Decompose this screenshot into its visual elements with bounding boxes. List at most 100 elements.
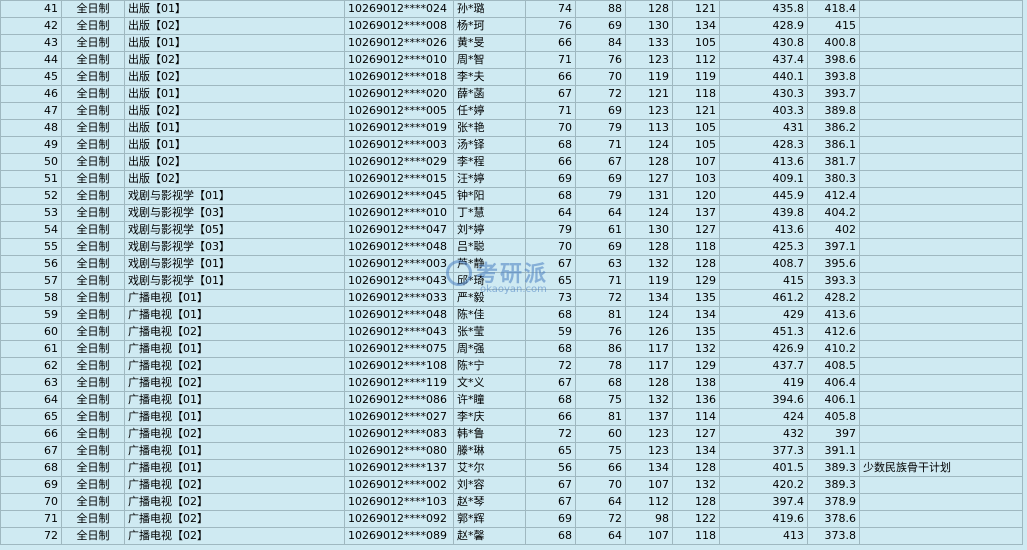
cell-score-subject1: 130 xyxy=(625,17,673,35)
cell-major: 广播电视【01】 xyxy=(124,442,345,460)
cell-score-politics: 56 xyxy=(525,459,576,477)
cell-total-score: 412.6 xyxy=(807,323,860,341)
cell-score-subject1: 133 xyxy=(625,34,673,52)
table-row: 62 全日制 广播电视【02】 10269012****108 陈*宁 72 78 117 12… xyxy=(0,357,1023,375)
cell-score-politics: 72 xyxy=(525,357,576,375)
cell-study-mode: 全日制 xyxy=(61,476,125,494)
cell-retest-score: 440.1 xyxy=(719,68,808,86)
cell-score-subject1: 123 xyxy=(625,51,673,69)
cell-score-subject2: 103 xyxy=(672,170,720,188)
table-row: 59 全日制 广播电视【01】 10269012****048 陈*佳 68 81 124 13… xyxy=(0,306,1023,324)
cell-candidate-name: 韩*鲁 xyxy=(453,425,526,443)
cell-candidate-name: 陈*佳 xyxy=(453,306,526,324)
cell-major: 戏剧与影视学【03】 xyxy=(124,204,345,222)
cell-total-score: 386.2 xyxy=(807,119,860,137)
cell-score-english: 78 xyxy=(575,357,626,375)
cell-study-mode: 全日制 xyxy=(61,255,125,273)
cell-score-subject2: 134 xyxy=(672,442,720,460)
cell-candidate-name: 艾*尔 xyxy=(453,459,526,477)
cell-study-mode: 全日制 xyxy=(61,204,125,222)
cell-exam-id: 10269012****045 xyxy=(344,187,454,205)
cell-study-mode: 全日制 xyxy=(61,102,125,120)
cell-total-score: 397.1 xyxy=(807,238,860,256)
cell-major: 广播电视【01】 xyxy=(124,408,345,426)
cell-score-subject1: 113 xyxy=(625,119,673,137)
cell-score-english: 81 xyxy=(575,408,626,426)
cell-major: 出版【01】 xyxy=(124,136,345,154)
cell-total-score: 373.8 xyxy=(807,527,860,545)
cell-candidate-name: 刘*婷 xyxy=(453,221,526,239)
cell-score-subject2: 118 xyxy=(672,238,720,256)
cell-score-english: 64 xyxy=(575,204,626,222)
cell-score-subject2: 135 xyxy=(672,289,720,307)
cell-candidate-name: 丁*慧 xyxy=(453,204,526,222)
cell-candidate-name: 薛*菡 xyxy=(453,85,526,103)
cell-major: 出版【02】 xyxy=(124,51,345,69)
cell-candidate-name: 严*毅 xyxy=(453,289,526,307)
cell-score-subject1: 121 xyxy=(625,85,673,103)
table-body: 41 全日制 出版【01】 10269012****024 孙*璐 74 88 128 121 4… xyxy=(0,0,1023,545)
cell-remark xyxy=(859,238,1023,256)
cell-retest-score: 394.6 xyxy=(719,391,808,409)
table-row: 56 全日制 戏剧与影视学【01】 10269012****003 芦*静 67 63 132… xyxy=(0,255,1023,273)
cell-score-subject2: 120 xyxy=(672,187,720,205)
cell-remark xyxy=(859,51,1023,69)
cell-total-score: 412.4 xyxy=(807,187,860,205)
cell-study-mode: 全日制 xyxy=(61,119,125,137)
cell-row-index: 71 xyxy=(0,510,62,528)
cell-score-english: 69 xyxy=(575,102,626,120)
cell-remark xyxy=(859,289,1023,307)
cell-row-index: 63 xyxy=(0,374,62,392)
cell-exam-id: 10269012****029 xyxy=(344,153,454,171)
cell-score-subject1: 131 xyxy=(625,187,673,205)
cell-row-index: 65 xyxy=(0,408,62,426)
table-row: 49 全日制 出版【01】 10269012****003 汤*铎 68 71 124 105 4… xyxy=(0,136,1023,154)
cell-exam-id: 10269012****089 xyxy=(344,527,454,545)
cell-score-subject1: 127 xyxy=(625,170,673,188)
cell-row-index: 53 xyxy=(0,204,62,222)
cell-score-politics: 68 xyxy=(525,306,576,324)
cell-exam-id: 10269012****020 xyxy=(344,85,454,103)
cell-major: 广播电视【01】 xyxy=(124,289,345,307)
cell-exam-id: 10269012****026 xyxy=(344,34,454,52)
cell-score-subject1: 123 xyxy=(625,102,673,120)
cell-score-subject1: 112 xyxy=(625,493,673,511)
table-row: 54 全日制 戏剧与影视学【05】 10269012****047 刘*婷 79 61 130… xyxy=(0,221,1023,239)
cell-total-score: 405.8 xyxy=(807,408,860,426)
cell-score-subject1: 123 xyxy=(625,425,673,443)
cell-retest-score: 431 xyxy=(719,119,808,137)
cell-score-english: 64 xyxy=(575,527,626,545)
cell-retest-score: 432 xyxy=(719,425,808,443)
cell-retest-score: 428.9 xyxy=(719,17,808,35)
cell-exam-id: 10269012****003 xyxy=(344,255,454,273)
cell-score-english: 61 xyxy=(575,221,626,239)
table-row: 48 全日制 出版【01】 10269012****019 张*艳 70 79 113 105 4… xyxy=(0,119,1023,137)
cell-score-politics: 67 xyxy=(525,493,576,511)
cell-remark xyxy=(859,170,1023,188)
cell-exam-id: 10269012****119 xyxy=(344,374,454,392)
cell-score-subject2: 132 xyxy=(672,476,720,494)
cell-exam-id: 10269012****027 xyxy=(344,408,454,426)
cell-candidate-name: 刘*容 xyxy=(453,476,526,494)
cell-remark: 少数民族骨干计划 xyxy=(859,459,1023,477)
cell-major: 广播电视【02】 xyxy=(124,357,345,375)
cell-candidate-name: 杨*珂 xyxy=(453,17,526,35)
cell-exam-id: 10269012****002 xyxy=(344,476,454,494)
cell-score-subject2: 119 xyxy=(672,68,720,86)
cell-major: 广播电视【02】 xyxy=(124,374,345,392)
cell-score-politics: 66 xyxy=(525,408,576,426)
cell-study-mode: 全日制 xyxy=(61,306,125,324)
cell-major: 戏剧与影视学【01】 xyxy=(124,255,345,273)
cell-remark xyxy=(859,85,1023,103)
cell-remark xyxy=(859,340,1023,358)
cell-score-english: 72 xyxy=(575,289,626,307)
cell-candidate-name: 周*智 xyxy=(453,51,526,69)
cell-remark xyxy=(859,187,1023,205)
cell-retest-score: 439.8 xyxy=(719,204,808,222)
cell-score-subject1: 128 xyxy=(625,238,673,256)
cell-total-score: 393.7 xyxy=(807,85,860,103)
cell-retest-score: 408.7 xyxy=(719,255,808,273)
cell-score-politics: 69 xyxy=(525,170,576,188)
cell-remark xyxy=(859,17,1023,35)
cell-candidate-name: 汤*铎 xyxy=(453,136,526,154)
